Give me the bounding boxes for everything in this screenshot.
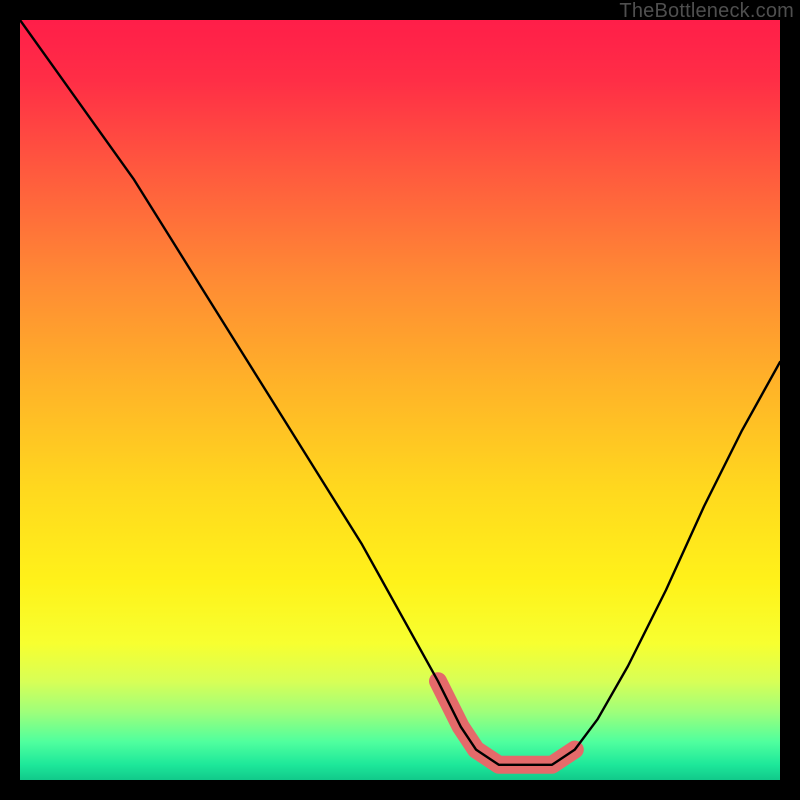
plot-area — [20, 20, 780, 780]
curve-layer — [20, 20, 780, 780]
bottleneck-curve-path — [20, 20, 780, 765]
chart-frame: TheBottleneck.com — [0, 0, 800, 800]
